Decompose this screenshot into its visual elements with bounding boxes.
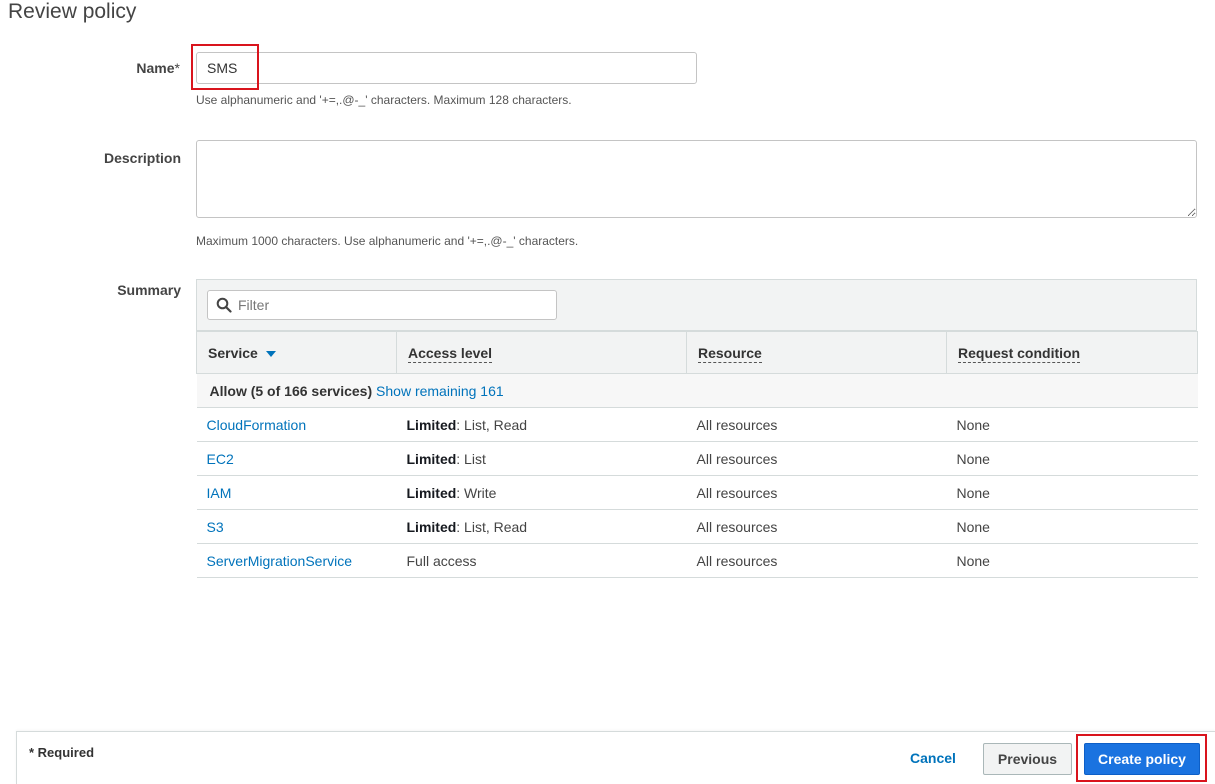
table-row: IAM Limited: Write All resources None (196, 475, 1198, 510)
condition-cell: None (946, 543, 1198, 578)
summary-table: Service Access level Resource Request co… (196, 331, 1198, 578)
resource-cell: All resources (686, 407, 947, 442)
summary-label: Summary (117, 282, 181, 298)
required-note: * Required (29, 745, 95, 760)
show-remaining-link[interactable]: Show remaining 161 (376, 383, 504, 399)
service-link[interactable]: S3 (207, 519, 224, 535)
description-label: Description (103, 150, 181, 166)
table-header-row: Service Access level Resource Request co… (196, 331, 1198, 374)
column-header-request-condition[interactable]: Request condition (946, 331, 1198, 374)
caret-down-icon (265, 350, 276, 357)
service-link[interactable]: CloudFormation (207, 417, 307, 433)
condition-cell: None (946, 475, 1198, 510)
service-link[interactable]: EC2 (207, 451, 234, 467)
previous-button[interactable]: Previous (983, 743, 1072, 775)
column-header-access-level[interactable]: Access level (396, 331, 687, 374)
group-row: Allow (5 of 166 services) Show remaining… (196, 373, 1198, 408)
column-header-service[interactable]: Service (196, 331, 397, 374)
description-hint: Maximum 1000 characters. Use alphanumeri… (196, 234, 579, 248)
footer-bar: * Required Cancel Previous Create policy (16, 731, 1215, 784)
filter-input[interactable] (236, 292, 551, 318)
service-link[interactable]: ServerMigrationService (207, 553, 353, 569)
table-row: S3 Limited: List, Read All resources Non… (196, 509, 1198, 544)
group-label: Allow (5 of 166 services) (209, 382, 373, 399)
resource-cell: All resources (686, 543, 947, 578)
create-policy-button[interactable]: Create policy (1084, 743, 1200, 775)
name-field[interactable] (196, 52, 697, 84)
name-label: Name* (136, 60, 180, 76)
condition-cell: None (946, 441, 1198, 476)
resource-cell: All resources (686, 509, 947, 544)
condition-cell: None (946, 509, 1198, 544)
filter-box[interactable] (207, 290, 557, 320)
column-header-resource[interactable]: Resource (686, 331, 947, 374)
search-icon (216, 297, 232, 313)
summary-table-panel: Service Access level Resource Request co… (196, 279, 1198, 578)
condition-cell: None (946, 407, 1198, 442)
resource-cell: All resources (686, 441, 947, 476)
table-row: ServerMigrationService Full access All r… (196, 543, 1198, 578)
filter-bar (196, 279, 1197, 331)
name-hint: Use alphanumeric and '+=,.@-_' character… (196, 93, 572, 107)
service-link[interactable]: IAM (207, 485, 232, 501)
resource-cell: All resources (686, 475, 947, 510)
table-row: EC2 Limited: List All resources None (196, 441, 1198, 476)
cancel-button[interactable]: Cancel (910, 750, 956, 766)
description-field[interactable] (196, 140, 1197, 218)
page-title: Review policy (8, 0, 137, 23)
table-row: CloudFormation Limited: List, Read All r… (196, 407, 1198, 442)
